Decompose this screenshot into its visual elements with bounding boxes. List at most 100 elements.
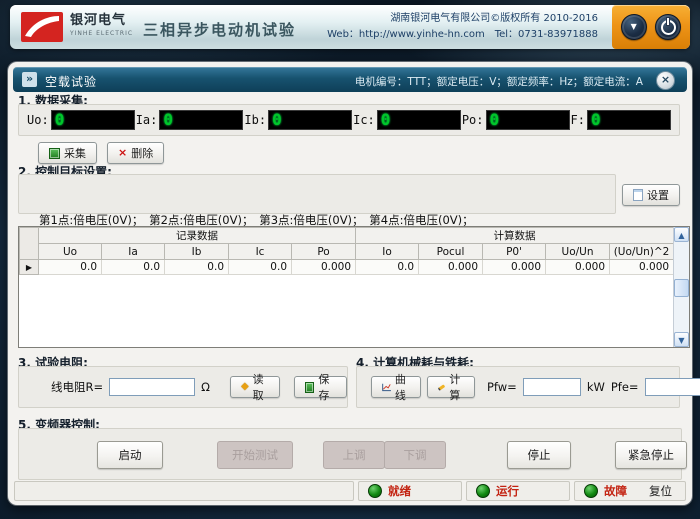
status-bar: 就绪 运行 故障 复位 xyxy=(14,481,686,501)
contact-line: Web：http://www.yinhe-hn.com Tel：0731-839… xyxy=(327,27,598,43)
step-down-label: 下调 xyxy=(404,447,427,463)
col-header[interactable]: Uo/Un xyxy=(546,244,610,260)
cell: 0.0 xyxy=(229,260,292,275)
cell: 0.0 xyxy=(102,260,165,275)
minimize-arrow-icon: ▼ xyxy=(631,23,637,31)
col-header[interactable]: Pocul xyxy=(419,244,483,260)
col-header[interactable]: Io xyxy=(356,244,419,260)
led-value: 0 xyxy=(268,110,352,130)
resistance-field-label: 线电阻R= xyxy=(51,379,103,395)
col-header[interactable]: Ib xyxy=(165,244,229,260)
start-label: 启动 xyxy=(119,447,142,463)
set-targets-button[interactable]: 设置 xyxy=(622,184,680,206)
scroll-down-icon[interactable]: ▼ xyxy=(674,332,689,347)
stop-button[interactable]: 停止 xyxy=(507,441,571,469)
led-value: 0 xyxy=(486,110,570,130)
tab-bar: » 空载试验 电机编号：TTT；额定电压：V；额定频率：Hz；额定电流：A × xyxy=(13,67,687,92)
table-row[interactable]: ▶ 0.0 0.0 0.0 0.0 0.000 0.0 0.000 0.000 … xyxy=(20,260,674,275)
pfe-input[interactable] xyxy=(645,378,700,396)
cell: 0.0 xyxy=(356,260,419,275)
led-display-panel: Uo: 0 Ia: 0 Ib: 0 Ic: 0 Po: 0 F: 0 xyxy=(18,104,680,136)
column-header-row: Uo Ia Ib Ic Po Io Pocul P0' Uo/Un (Uo/Un… xyxy=(20,244,674,260)
scrollbar-thumb[interactable] xyxy=(674,279,689,297)
table-scrollbar[interactable]: ▲ ▼ xyxy=(673,227,689,347)
tab-no-load-test[interactable]: 空载试验 xyxy=(45,73,97,90)
fault-led-icon xyxy=(584,484,598,498)
save-button[interactable]: 保存 xyxy=(294,376,347,398)
cell: 0.000 xyxy=(292,260,356,275)
pfw-input[interactable] xyxy=(523,378,581,396)
col-header[interactable]: Uo xyxy=(39,244,102,260)
power-icon xyxy=(661,20,676,35)
fault-label: 故障 xyxy=(604,483,627,499)
ready-led-icon xyxy=(368,484,382,498)
delete-x-icon: × xyxy=(118,148,127,158)
selector-header xyxy=(20,228,39,260)
close-tab-button[interactable]: × xyxy=(656,71,675,90)
step-down-button: 下调 xyxy=(384,441,446,469)
cell: 0.0 xyxy=(39,260,102,275)
status-fault: 故障 复位 xyxy=(574,481,686,501)
status-message-panel xyxy=(14,481,354,501)
loss-calc-panel: 曲线 计算 Pfw= kW Pfe= kW xyxy=(356,366,680,408)
collect-button[interactable]: 采集 xyxy=(38,142,97,164)
data-table: 记录数据 计算数据 Uo Ia Ib Ic Po Io Pocul P0' Uo… xyxy=(18,226,690,348)
step-up-label: 上调 xyxy=(343,447,366,463)
group-header-record: 记录数据 xyxy=(39,228,356,244)
col-header[interactable]: Po xyxy=(292,244,356,260)
pfw-unit: kW xyxy=(587,380,605,394)
curve-label: 曲线 xyxy=(395,371,410,403)
window-controls-panel: ▼ xyxy=(612,5,690,49)
calc-label: 计算 xyxy=(449,371,464,403)
app-background: 银河电气 YINHE ELECTRIC 三相异步电动机试验 湖南银河电气有限公司… xyxy=(0,0,700,519)
save-label: 保存 xyxy=(318,371,336,403)
collect-icon xyxy=(49,148,60,159)
led-display-f: F: 0 xyxy=(571,110,671,130)
minimize-button[interactable]: ▼ xyxy=(621,14,647,40)
resistance-input[interactable] xyxy=(109,378,195,396)
led-display-ib: Ib: 0 xyxy=(244,110,352,130)
led-display-uo: Uo: 0 xyxy=(27,110,135,130)
col-header[interactable]: Ic xyxy=(229,244,292,260)
delete-button[interactable]: × 删除 xyxy=(107,142,164,164)
running-led-icon xyxy=(476,484,490,498)
collect-label: 采集 xyxy=(64,145,86,161)
logo-subtext: YINHE ELECTRIC xyxy=(70,27,133,40)
save-icon xyxy=(305,382,314,393)
close-icon: × xyxy=(661,73,670,86)
col-header[interactable]: (Uo/Un)^2 xyxy=(610,244,674,260)
led-label: Ia: xyxy=(136,113,158,127)
led-value: 0 xyxy=(159,110,243,130)
group-header-calc: 计算数据 xyxy=(356,228,674,244)
calc-button[interactable]: 计算 xyxy=(427,376,475,398)
cell: 0.000 xyxy=(419,260,483,275)
control-targets-panel: 第1点:倍电压(0V)； 第2点:倍电压(0V)； 第3点:倍电压(0V)； 第… xyxy=(18,174,616,214)
copyright-line: 湖南银河电气有限公司©版权所有 2010-2016 xyxy=(327,11,598,27)
step-up-button: 上调 xyxy=(323,441,385,469)
pfw-label: Pfw= xyxy=(487,380,517,394)
inverter-control-panel: 启动 开始测试 上调 下调 停止 紧急停止 xyxy=(18,428,682,480)
col-header[interactable]: Ia xyxy=(102,244,165,260)
cell: 0.000 xyxy=(546,260,610,275)
led-label: Uo: xyxy=(27,113,49,127)
curve-button[interactable]: 曲线 xyxy=(371,376,421,398)
stop-label: 停止 xyxy=(528,447,551,463)
curve-chart-icon xyxy=(382,382,391,393)
status-running: 运行 xyxy=(466,481,570,501)
start-button[interactable]: 启动 xyxy=(97,441,163,469)
emergency-stop-button[interactable]: 紧急停止 xyxy=(615,441,687,469)
read-button[interactable]: ◆ 读取 xyxy=(230,376,280,398)
col-header[interactable]: P0' xyxy=(483,244,546,260)
led-value: 0 xyxy=(377,110,461,130)
settings-page-icon xyxy=(633,189,643,201)
app-title: 三相异步电动机试验 xyxy=(143,19,296,40)
cell: 0.000 xyxy=(610,260,674,275)
motor-info-text: 电机编号：TTT；额定电压：V；额定频率：Hz；额定电流：A xyxy=(355,74,643,89)
power-button[interactable] xyxy=(655,14,681,40)
scroll-up-icon[interactable]: ▲ xyxy=(674,227,689,242)
title-bar: 银河电气 YINHE ELECTRIC 三相异步电动机试验 湖南银河电气有限公司… xyxy=(10,5,690,49)
led-label: F: xyxy=(571,113,585,127)
resistance-panel: 线电阻R= Ω ◆ 读取 保存 xyxy=(18,366,348,408)
led-display-ia: Ia: 0 xyxy=(136,110,244,130)
reset-button[interactable]: 复位 xyxy=(649,483,672,499)
